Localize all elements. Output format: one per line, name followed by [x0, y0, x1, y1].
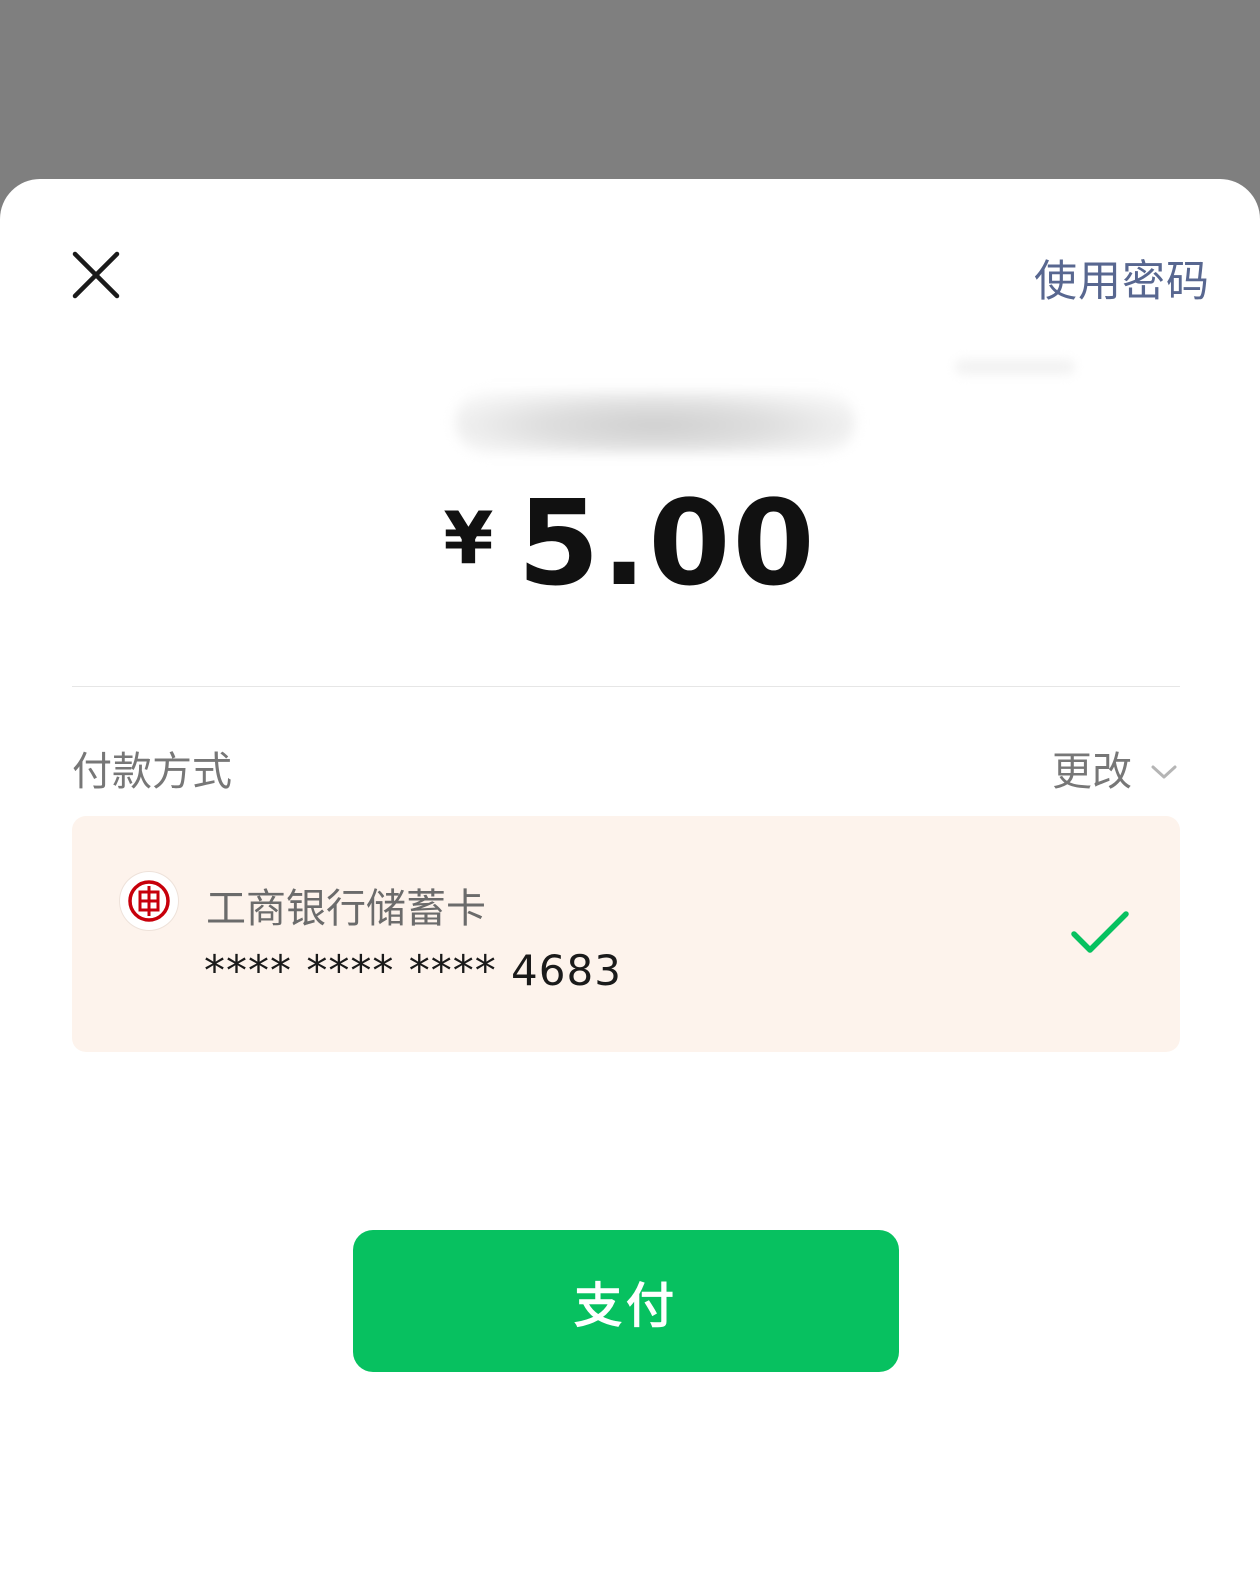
icbc-logo-icon — [120, 872, 178, 930]
amount-value: 5.00 — [517, 474, 817, 612]
pay-button[interactable]: 支付 — [353, 1230, 899, 1372]
selected-card[interactable]: 工商银行储蓄卡 **** **** **** 4683 — [72, 816, 1180, 1052]
card-number: **** **** **** 4683 — [204, 946, 622, 995]
merchant-name-blurred — [455, 391, 855, 453]
payment-amount: ¥5.00 — [0, 474, 1260, 612]
payment-sheet: 使用密码 ¥5.00 付款方式 更改 工商银行储蓄卡 **** **** ***… — [0, 179, 1260, 1579]
change-label: 更改 — [1052, 749, 1132, 795]
close-icon — [72, 251, 120, 299]
payment-method-label: 付款方式 — [72, 749, 232, 795]
currency-symbol: ¥ — [443, 496, 494, 580]
close-button[interactable] — [70, 249, 122, 301]
use-password-link[interactable]: 使用密码 — [1034, 247, 1210, 309]
divider — [72, 686, 1180, 687]
change-method-button[interactable]: 更改 — [1052, 739, 1178, 797]
chevron-down-icon — [1150, 745, 1178, 791]
merchant-detail-blurred — [955, 359, 1075, 375]
bank-name: 工商银行储蓄卡 — [206, 886, 486, 932]
check-icon — [1070, 910, 1130, 960]
